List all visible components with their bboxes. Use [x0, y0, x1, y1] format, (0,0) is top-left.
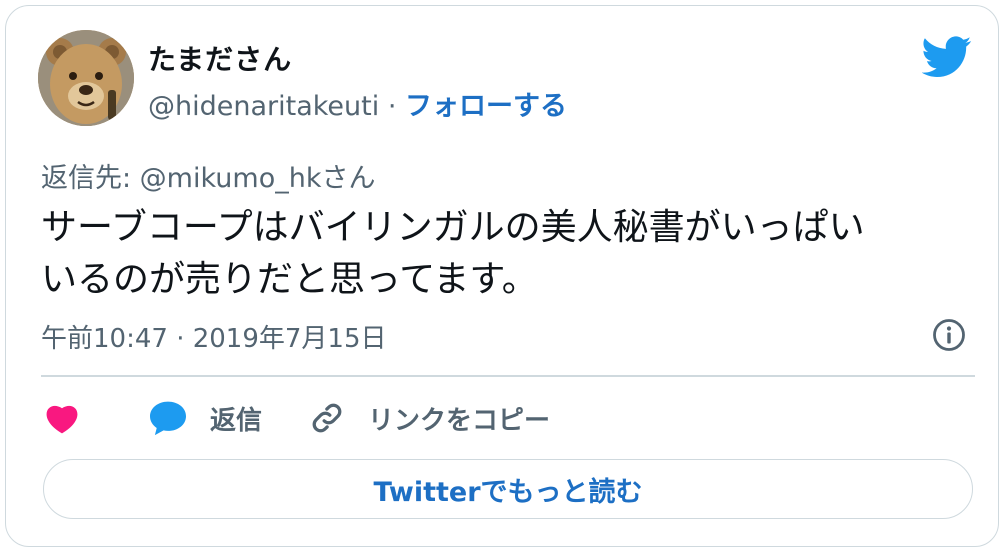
divider — [41, 375, 975, 377]
tweet-timestamp[interactable]: 午前10:47 · 2019年7月15日 — [41, 318, 387, 355]
author-display-name[interactable]: たまださん — [148, 38, 292, 78]
twitter-bird-icon[interactable] — [922, 36, 972, 78]
tweet-text: サーブコープはバイリンガルの美人秘書がいっぱい いるのが売りだと思ってます。 — [41, 202, 971, 306]
link-icon — [312, 403, 342, 433]
read-more-button[interactable]: Twitterでもっと読む — [43, 459, 973, 519]
avatar[interactable] — [38, 30, 134, 126]
teddy-bear-avatar-image — [38, 30, 134, 126]
like-button[interactable] — [44, 396, 80, 440]
author-handle[interactable]: @hidenaritakeuti — [148, 91, 379, 122]
embedded-tweet-card: たまださん @hidenaritakeuti · フォローする 返信先: @mi… — [5, 5, 999, 547]
handle-separator: · — [387, 91, 397, 122]
tweet-text-line: サーブコープはバイリンガルの美人秘書がいっぱい — [41, 207, 865, 248]
reply-bubble-icon — [150, 401, 186, 436]
tweet-text-line: いるのが売りだと思ってます。 — [41, 259, 538, 300]
copy-link-label: リンクをコピー — [368, 405, 551, 436]
reply-label: 返信 — [210, 405, 263, 436]
author-handle-row: @hidenaritakeuti · フォローする — [148, 84, 567, 123]
info-icon[interactable] — [932, 318, 966, 352]
reply-button[interactable]: 返信 — [148, 396, 262, 440]
follow-button[interactable]: フォローする — [405, 91, 567, 122]
copy-link-button[interactable]: リンクをコピー — [310, 396, 550, 440]
heart-icon — [46, 405, 78, 434]
reply-to-label[interactable]: 返信先: @mikumo_hkさん — [41, 156, 375, 195]
